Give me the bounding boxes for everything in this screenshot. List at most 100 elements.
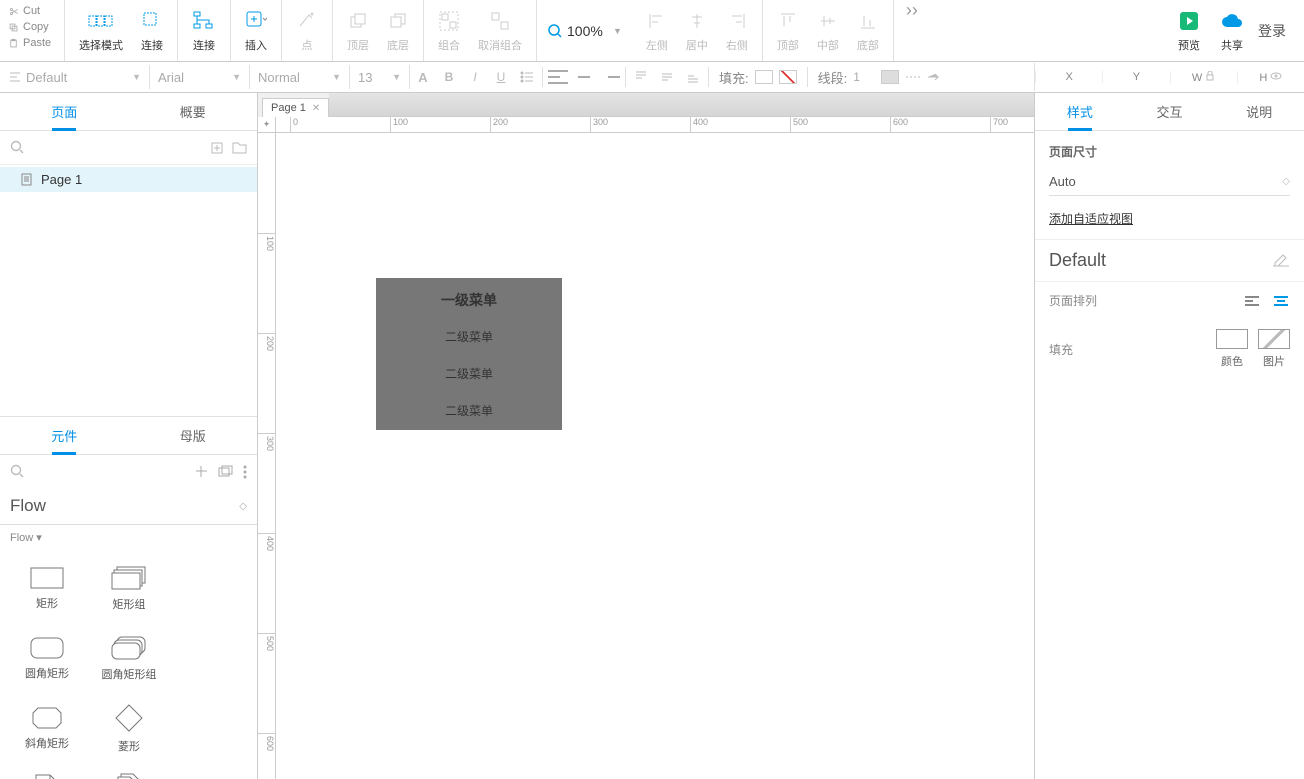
fill-image-button[interactable]	[1258, 329, 1290, 349]
shape-bevel[interactable]: 斜角矩形	[6, 694, 88, 764]
weight-select[interactable]: Normal▼	[250, 65, 350, 89]
scissors-icon	[8, 6, 19, 17]
page-item[interactable]: Page 1	[0, 167, 257, 192]
align-middle-icon	[819, 12, 837, 30]
ungroup-icon	[490, 11, 510, 31]
page-size-select[interactable]: Auto◇	[1049, 168, 1290, 196]
clipboard-group: Cut Copy Paste	[0, 0, 65, 61]
preview-button[interactable]: 预览	[1172, 6, 1206, 55]
edit-icon[interactable]	[1272, 254, 1290, 268]
align-left-button[interactable]: 左侧	[640, 6, 674, 55]
zoom-input[interactable]	[567, 23, 609, 39]
library-select[interactable]: Flow◇	[0, 489, 257, 525]
pos-y[interactable]: Y	[1102, 71, 1169, 83]
front-button[interactable]: 顶层	[341, 6, 375, 55]
canvas-area: Page 1✕ ✦ 0100200300400500600700 1002003…	[258, 93, 1034, 779]
back-button[interactable]: 底层	[381, 6, 415, 55]
tab-widgets[interactable]: 元件	[0, 417, 129, 454]
style-select[interactable]: Default▼	[0, 65, 150, 89]
font-select[interactable]: Arial▼	[150, 65, 250, 89]
ruler-horizontal: ✦ 0100200300400500600700	[258, 117, 1034, 133]
list-icon	[520, 70, 534, 84]
menu-shape[interactable]: 一级菜单 二级菜单 二级菜单 二级菜单	[376, 278, 562, 430]
group-button[interactable]: 组合	[432, 6, 466, 55]
shape-round-rect-group[interactable]: 圆角矩形组	[88, 624, 170, 694]
pos-x[interactable]: X	[1035, 71, 1102, 83]
layout-left-icon[interactable]	[1244, 294, 1262, 308]
shape-file-group[interactable]: 文件组	[88, 764, 170, 779]
valign-mid-button[interactable]	[654, 65, 680, 89]
align-right-button[interactable]: 右侧	[720, 6, 754, 55]
cloud-icon	[1220, 11, 1244, 31]
connect-button[interactable]: 连接	[135, 6, 169, 55]
login-button[interactable]: 登录	[1258, 21, 1286, 41]
align-bottom-icon	[859, 12, 877, 30]
tab-outline[interactable]: 概要	[129, 93, 258, 130]
align-bottom-button[interactable]: 底部	[851, 6, 885, 55]
toolbar-overflow-button[interactable]: ››	[894, 0, 924, 61]
tab-pages[interactable]: 页面	[0, 93, 129, 130]
format-bar: Default▼ Arial▼ Normal▼ 13▼ A B I U 填充: …	[0, 62, 1304, 93]
layout-center-icon[interactable]	[1272, 294, 1290, 308]
shape-rect-group[interactable]: 矩形组	[88, 554, 170, 624]
search-icon	[547, 23, 563, 39]
cut-button[interactable]: Cut	[0, 3, 64, 19]
search-icon	[10, 464, 25, 479]
tab-style[interactable]: 样式	[1035, 93, 1125, 130]
underline-button[interactable]: U	[488, 65, 514, 89]
menu-level-2: 二级菜单	[376, 318, 562, 355]
bullets-button[interactable]	[514, 65, 540, 89]
align-left-icon	[648, 12, 666, 30]
plus-icon[interactable]	[195, 465, 208, 478]
fill-control[interactable]: 填充:	[711, 65, 805, 89]
align-center-button[interactable]: 居中	[680, 6, 714, 55]
pos-w[interactable]: W	[1170, 71, 1237, 84]
add-page-icon[interactable]	[210, 141, 224, 155]
halign-left-button[interactable]	[545, 65, 571, 89]
page-tab[interactable]: Page 1✕	[262, 98, 329, 117]
pos-h[interactable]: H	[1237, 71, 1304, 84]
valign-bot-button[interactable]	[680, 65, 706, 89]
library-category[interactable]: Flow ▾	[0, 525, 257, 550]
shape-diamond[interactable]: 菱形	[88, 694, 170, 764]
shape-file[interactable]: 文件	[6, 764, 88, 779]
share-button[interactable]: 共享	[1214, 6, 1250, 55]
valign-top-button[interactable]	[628, 65, 654, 89]
zoom-control[interactable]: ▼	[537, 0, 632, 61]
size-select[interactable]: 13▼	[350, 65, 410, 89]
halign-center-button[interactable]	[571, 65, 597, 89]
ruler-vertical: 100200300400500600	[258, 133, 276, 779]
tab-masters[interactable]: 母版	[129, 417, 258, 454]
folder-icon[interactable]	[232, 141, 247, 154]
connect-icon	[143, 12, 161, 30]
back-icon	[388, 11, 408, 31]
shape-rect[interactable]: 矩形	[6, 554, 88, 624]
halign-right-button[interactable]	[597, 65, 623, 89]
more-icon[interactable]	[243, 465, 247, 479]
line-control[interactable]: 线段:	[810, 65, 952, 89]
text-color-button[interactable]: A	[410, 65, 436, 89]
ungroup-button[interactable]: 取消组合	[472, 6, 528, 55]
align-top-button[interactable]: 顶部	[771, 6, 805, 55]
layout-label: 页面排列	[1049, 292, 1109, 309]
select-mode-button[interactable]: 选择模式	[73, 6, 129, 55]
fill-color-button[interactable]	[1216, 329, 1248, 349]
canvas[interactable]: 一级菜单 二级菜单 二级菜单 二级菜单	[276, 133, 1034, 779]
paste-icon	[8, 38, 19, 49]
tab-interact[interactable]: 交互	[1125, 93, 1215, 130]
page-icon	[20, 173, 33, 186]
point-button[interactable]: 点	[290, 6, 324, 55]
line-width-input[interactable]	[853, 70, 875, 84]
italic-button[interactable]: I	[462, 65, 488, 89]
add-adaptive-view-link[interactable]: 添加自适应视图	[1049, 210, 1290, 227]
bold-button[interactable]: B	[436, 65, 462, 89]
shape-round-rect[interactable]: 圆角矩形	[6, 624, 88, 694]
tab-notes[interactable]: 说明	[1214, 93, 1304, 130]
library-icon[interactable]	[218, 465, 233, 478]
paste-button[interactable]: Paste	[0, 35, 64, 51]
close-icon[interactable]: ✕	[312, 103, 320, 114]
copy-button[interactable]: Copy	[0, 19, 64, 35]
align-middle-button[interactable]: 中部	[811, 6, 845, 55]
insert-flow-button[interactable]: 连接	[186, 6, 222, 55]
insert-button[interactable]: 插入	[239, 6, 273, 55]
